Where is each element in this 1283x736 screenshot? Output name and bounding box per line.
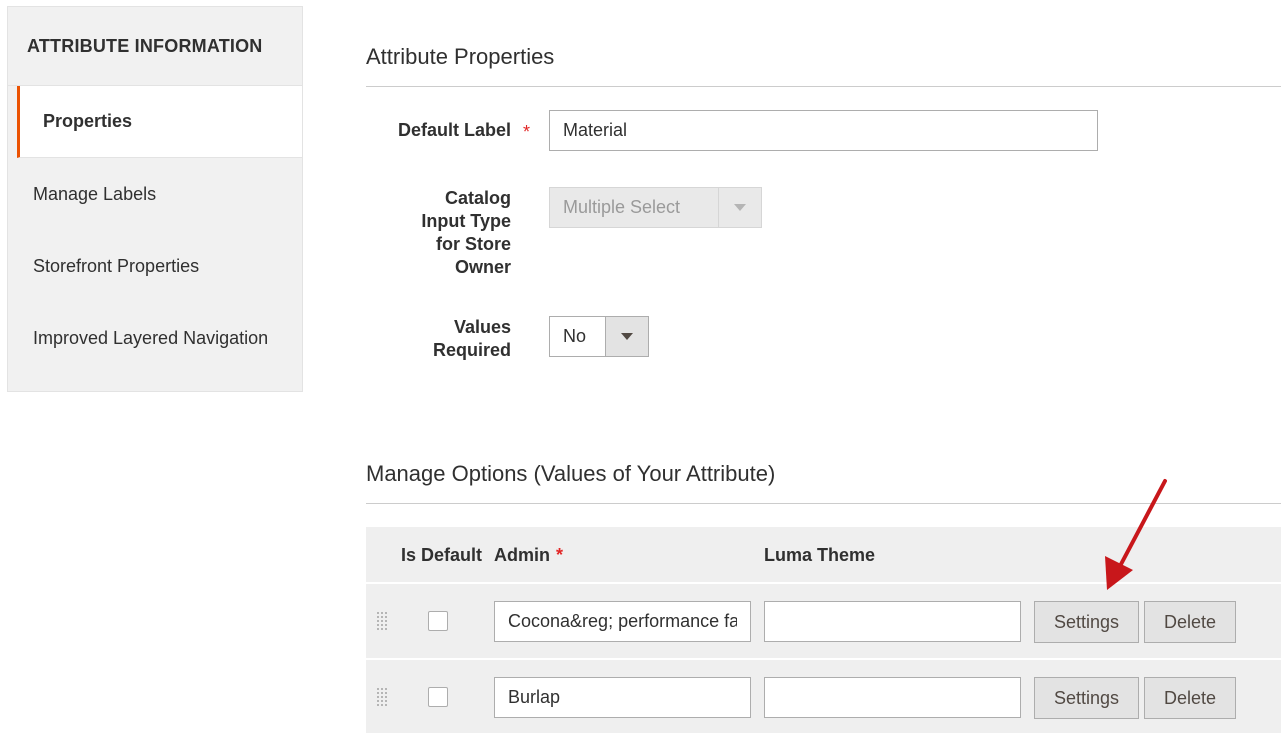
- column-luma-theme: Luma Theme: [764, 544, 876, 565]
- catalog-input-type-label-line: Catalog: [444, 188, 511, 208]
- admin-value-input[interactable]: [494, 601, 751, 642]
- sidebar: ATTRIBUTE INFORMATION Properties Manage …: [7, 6, 303, 392]
- is-default-checkbox[interactable]: [428, 611, 448, 631]
- settings-button[interactable]: Settings: [1034, 601, 1139, 643]
- column-admin-label: Admin: [494, 544, 550, 565]
- catalog-input-type-select: Multiple Select: [549, 187, 762, 228]
- values-required-label-line: Required: [432, 340, 511, 360]
- settings-button[interactable]: Settings: [1034, 677, 1139, 719]
- sidebar-item-manage-labels[interactable]: Manage Labels: [8, 158, 302, 230]
- default-label-input[interactable]: [549, 110, 1098, 151]
- values-required-label-line: Values: [453, 317, 511, 337]
- catalog-input-type-label-line: Input Type: [421, 211, 511, 231]
- column-is-default: Is Default: [401, 544, 483, 565]
- table-row: Settings Delete: [366, 583, 1281, 658]
- values-required-value: No: [563, 326, 587, 346]
- drag-handle-icon[interactable]: [377, 688, 387, 706]
- sidebar-title: ATTRIBUTE INFORMATION: [8, 7, 302, 86]
- sidebar-item-properties[interactable]: Properties: [17, 86, 302, 158]
- sidebar-item-storefront-properties[interactable]: Storefront Properties: [8, 230, 302, 302]
- is-default-checkbox[interactable]: [428, 687, 448, 707]
- page: ATTRIBUTE INFORMATION Properties Manage …: [0, 0, 1283, 736]
- annotation-arrow-icon: [1105, 479, 1167, 590]
- catalog-input-type-value: Multiple Select: [563, 197, 681, 217]
- table-row: Settings Delete: [366, 658, 1281, 733]
- values-required-select[interactable]: No: [549, 316, 649, 357]
- column-admin: Admin *: [494, 527, 563, 583]
- luma-theme-value-input[interactable]: [764, 601, 1021, 642]
- sidebar-item-improved-layered-navigation[interactable]: Improved Layered Navigation: [8, 302, 302, 374]
- attribute-properties-heading: Attribute Properties: [366, 44, 1281, 87]
- catalog-input-type-label-line: for Store: [435, 234, 511, 254]
- default-label-label: Default Label: [397, 120, 511, 140]
- catalog-input-type-label-line: Owner: [454, 257, 511, 277]
- delete-button[interactable]: Delete: [1144, 601, 1236, 643]
- values-required-label: Values Required: [433, 316, 511, 362]
- delete-button[interactable]: Delete: [1144, 677, 1236, 719]
- luma-theme-value-input[interactable]: [764, 677, 1021, 718]
- required-star: *: [556, 544, 564, 565]
- required-star: *: [523, 122, 531, 142]
- catalog-input-type-label: Catalog Input Type for Store Owner: [421, 187, 511, 279]
- chevron-down-icon: [605, 317, 648, 356]
- admin-value-input[interactable]: [494, 677, 751, 718]
- drag-handle-icon[interactable]: [377, 612, 387, 630]
- chevron-down-icon: [718, 188, 761, 227]
